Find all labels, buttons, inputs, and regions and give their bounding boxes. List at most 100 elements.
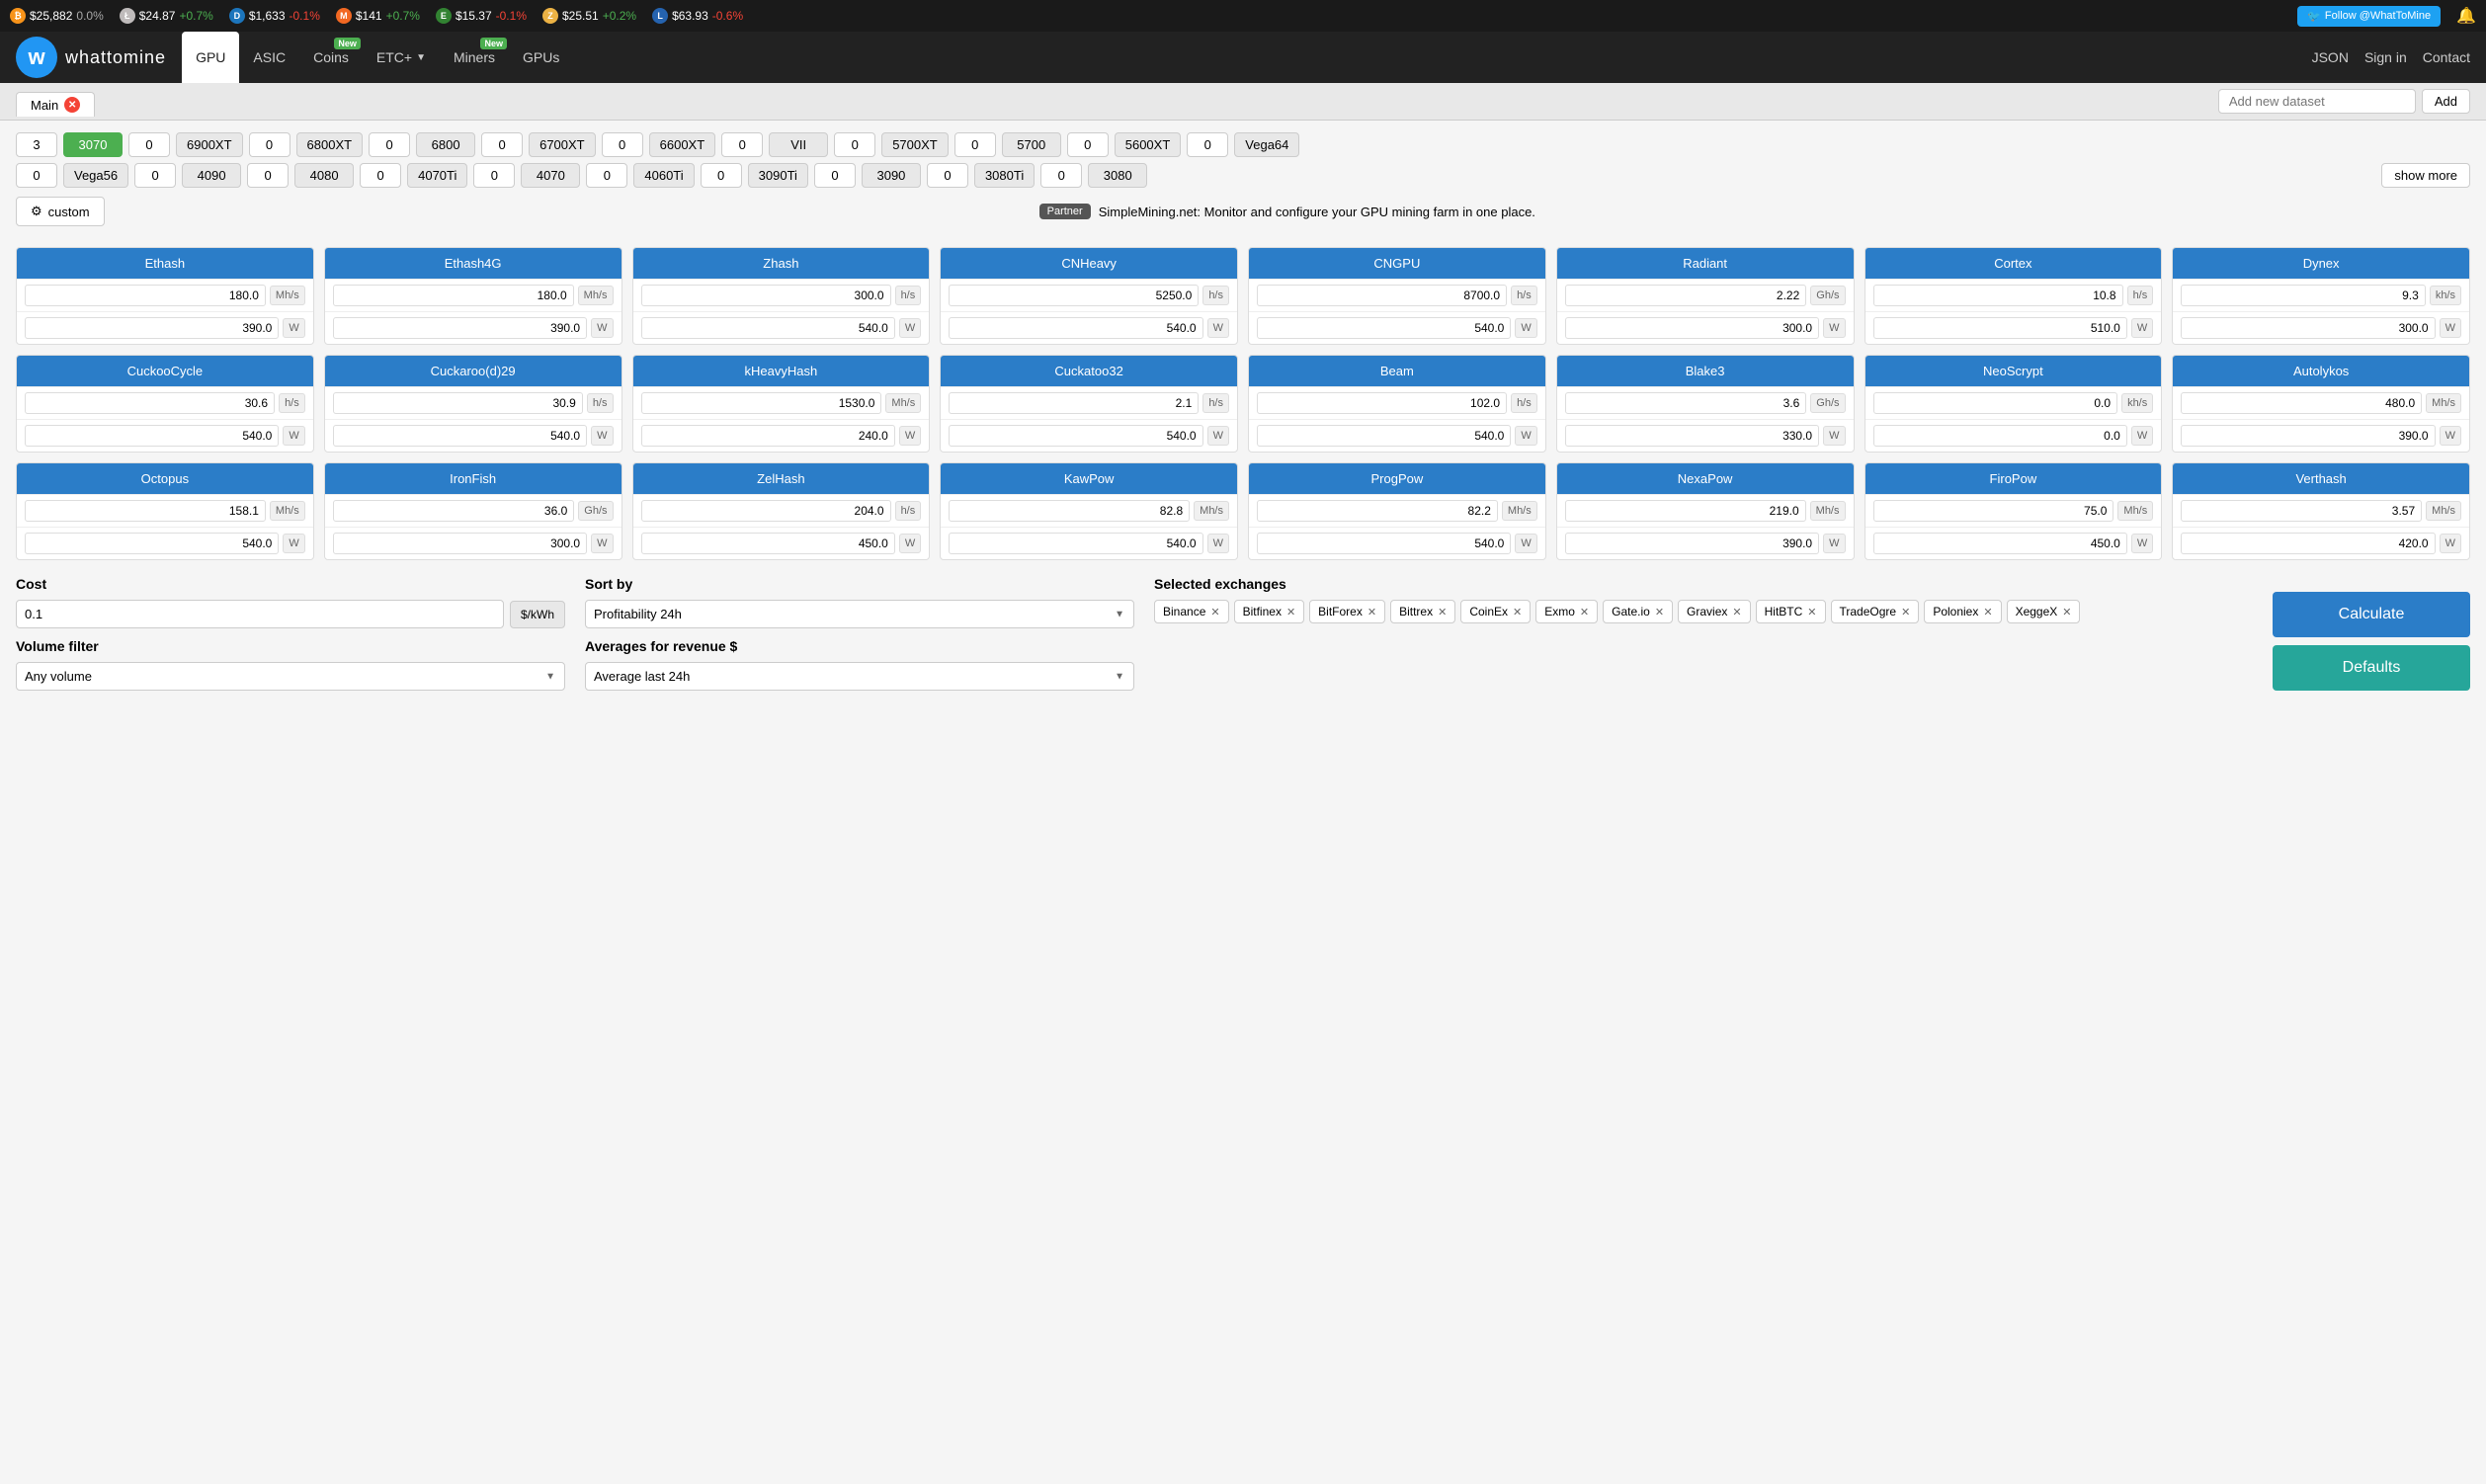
exchange-remove-icon[interactable]: ✕ — [1807, 606, 1816, 618]
gpu-vega56-label[interactable]: Vega56 — [63, 163, 128, 188]
algo-power-input[interactable] — [1873, 317, 2127, 339]
algo-power-input[interactable] — [641, 317, 895, 339]
algo-hashrate-input[interactable] — [1565, 285, 1807, 306]
gpu-6800xt-label[interactable]: 6800XT — [296, 132, 364, 157]
gpu-4060ti-label[interactable]: 4060Ti — [633, 163, 694, 188]
algo-power-input[interactable] — [949, 533, 1202, 554]
algo-hashrate-input[interactable] — [1565, 500, 1806, 522]
add-dataset-input[interactable] — [2218, 89, 2416, 114]
gpu-vii-label[interactable]: VII — [769, 132, 828, 157]
nav-contact-button[interactable]: Contact — [2423, 49, 2470, 65]
gpu-3090ti-label[interactable]: 3090Ti — [748, 163, 808, 188]
gpu-4070-label[interactable]: 4070 — [521, 163, 580, 188]
algo-hashrate-input[interactable] — [1873, 285, 2123, 306]
algo-power-input[interactable] — [1257, 425, 1511, 447]
algo-header-cuckoocycle[interactable]: CuckooCycle — [17, 356, 313, 386]
tab-close-button[interactable]: ✕ — [64, 97, 80, 113]
exchange-remove-icon[interactable]: ✕ — [1210, 606, 1219, 618]
algo-power-input[interactable] — [1565, 533, 1819, 554]
gpu-5700xt-label[interactable]: 5700XT — [881, 132, 949, 157]
gpu-6600xt-label[interactable]: 6600XT — [649, 132, 716, 157]
algo-power-input[interactable] — [949, 317, 1202, 339]
gpu-3090-label[interactable]: 3090 — [862, 163, 921, 188]
algo-header-neoscrypt[interactable]: NeoScrypt — [1865, 356, 2162, 386]
exchange-remove-icon[interactable]: ✕ — [1286, 606, 1295, 618]
algo-hashrate-input[interactable] — [949, 285, 1199, 306]
gpu-5700-count[interactable] — [954, 132, 996, 157]
nav-asic[interactable]: ASIC — [239, 32, 299, 83]
algo-hashrate-input[interactable] — [2181, 285, 2426, 306]
algo-header-nexapow[interactable]: NexaPow — [1557, 463, 1854, 494]
exchange-tag-gate.io[interactable]: Gate.io ✕ — [1603, 600, 1673, 623]
algo-header-ironfish[interactable]: IronFish — [325, 463, 622, 494]
algo-header-ethash[interactable]: Ethash — [17, 248, 313, 279]
exchange-tag-poloniex[interactable]: Poloniex ✕ — [1924, 600, 2001, 623]
custom-button[interactable]: ⚙ custom — [16, 197, 105, 226]
avg-select[interactable]: Average last 24h Average last 3 days Ave… — [585, 662, 1134, 691]
algo-hashrate-input[interactable] — [641, 500, 891, 522]
gpu-4080-label[interactable]: 4080 — [294, 163, 354, 188]
gpu-4080-count[interactable] — [247, 163, 289, 188]
algo-power-input[interactable] — [1565, 425, 1819, 447]
algo-header-cuckaroo(d)29[interactable]: Cuckaroo(d)29 — [325, 356, 622, 386]
nav-miners[interactable]: Miners New — [440, 32, 509, 83]
algo-hashrate-input[interactable] — [1565, 392, 1807, 414]
gpu-5600xt-label[interactable]: 5600XT — [1115, 132, 1182, 157]
volume-select[interactable]: Any volume High volume Medium volume — [16, 662, 565, 691]
algo-hashrate-input[interactable] — [1257, 500, 1498, 522]
exchange-tag-bitfinex[interactable]: Bitfinex ✕ — [1234, 600, 1305, 623]
add-dataset-button[interactable]: Add — [2422, 89, 2470, 114]
algo-header-zhash[interactable]: Zhash — [633, 248, 930, 279]
defaults-button[interactable]: Defaults — [2273, 645, 2470, 691]
gpu-4090-label[interactable]: 4090 — [182, 163, 241, 188]
algo-header-autolykos[interactable]: Autolykos — [2173, 356, 2469, 386]
gpu-4090-count[interactable] — [134, 163, 176, 188]
gpu-3090-count[interactable] — [814, 163, 856, 188]
nav-gpu[interactable]: GPU — [182, 32, 239, 83]
algo-power-input[interactable] — [333, 425, 587, 447]
nav-gpus[interactable]: GPUs — [509, 32, 573, 83]
algo-power-input[interactable] — [25, 317, 279, 339]
exchange-remove-icon[interactable]: ✕ — [1983, 606, 1992, 618]
algo-power-input[interactable] — [25, 533, 279, 554]
gpu-5700xt-count[interactable] — [834, 132, 875, 157]
gpu-5600xt-count[interactable] — [1067, 132, 1109, 157]
exchange-tag-coinex[interactable]: CoinEx ✕ — [1460, 600, 1531, 623]
sortby-select[interactable]: Profitability 24h Profitability 3 days P… — [585, 600, 1134, 628]
algo-hashrate-input[interactable] — [1873, 392, 2118, 414]
algo-header-kheavyhash[interactable]: kHeavyHash — [633, 356, 930, 386]
algo-power-input[interactable] — [2181, 533, 2435, 554]
exchange-tag-hitbtc[interactable]: HitBTC ✕ — [1756, 600, 1826, 623]
algo-hashrate-input[interactable] — [1873, 500, 2114, 522]
exchange-tag-bittrex[interactable]: Bittrex ✕ — [1390, 600, 1455, 623]
algo-header-blake3[interactable]: Blake3 — [1557, 356, 1854, 386]
algo-header-cortex[interactable]: Cortex — [1865, 248, 2162, 279]
algo-hashrate-input[interactable] — [949, 500, 1190, 522]
algo-header-octopus[interactable]: Octopus — [17, 463, 313, 494]
exchange-remove-icon[interactable]: ✕ — [1580, 606, 1589, 618]
exchange-tag-xeggex[interactable]: XeggeX ✕ — [2007, 600, 2081, 623]
gpu-6800xt-count[interactable] — [249, 132, 290, 157]
gpu-vega64-label[interactable]: Vega64 — [1234, 132, 1299, 157]
gpu-vega56-count[interactable] — [16, 163, 57, 188]
gpu-6900xt-label[interactable]: 6900XT — [176, 132, 243, 157]
exchange-remove-icon[interactable]: ✕ — [1655, 606, 1664, 618]
gpu-4070ti-label[interactable]: 4070Ti — [407, 163, 467, 188]
exchange-tag-exmo[interactable]: Exmo ✕ — [1535, 600, 1598, 623]
algo-power-input[interactable] — [333, 533, 587, 554]
exchange-remove-icon[interactable]: ✕ — [1367, 606, 1376, 618]
gpu-6800-label[interactable]: 6800 — [416, 132, 475, 157]
algo-header-zelhash[interactable]: ZelHash — [633, 463, 930, 494]
gpu-3070-count[interactable] — [16, 132, 57, 157]
algo-header-cnheavy[interactable]: CNHeavy — [941, 248, 1237, 279]
algo-header-dynex[interactable]: Dynex — [2173, 248, 2469, 279]
cost-input[interactable] — [16, 600, 504, 628]
algo-header-firopow[interactable]: FiroPow — [1865, 463, 2162, 494]
algo-power-input[interactable] — [1257, 317, 1511, 339]
algo-hashrate-input[interactable] — [641, 285, 891, 306]
exchange-remove-icon[interactable]: ✕ — [1901, 606, 1910, 618]
algo-header-radiant[interactable]: Radiant — [1557, 248, 1854, 279]
algo-hashrate-input[interactable] — [25, 285, 266, 306]
gpu-3080ti-label[interactable]: 3080Ti — [974, 163, 1035, 188]
algo-header-beam[interactable]: Beam — [1249, 356, 1545, 386]
